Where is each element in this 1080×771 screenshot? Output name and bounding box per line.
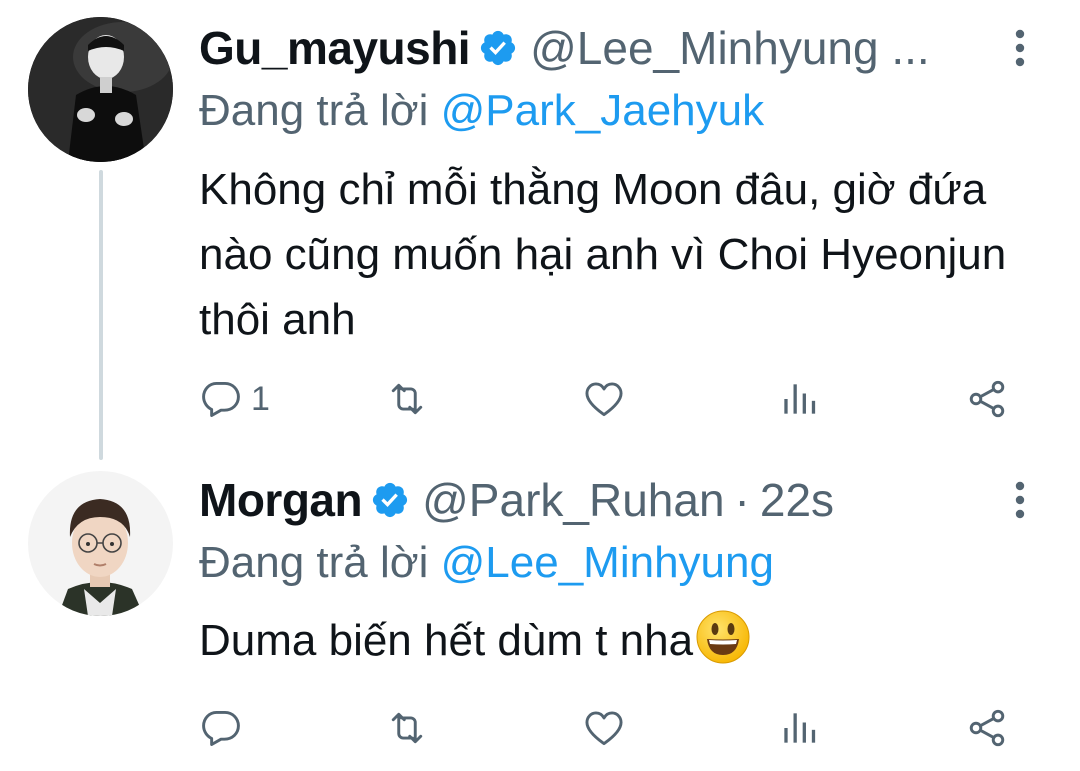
views-icon — [784, 384, 816, 414]
tweet-text: Không chỉ mỗi thằng Moon đâu, giờ đứa nà… — [199, 165, 1007, 344]
tweet-timestamp[interactable]: 22s — [760, 473, 834, 527]
reply-mention-link[interactable]: @Park_Jaehyuk — [441, 86, 765, 135]
views-button[interactable] — [777, 703, 821, 753]
like-icon — [585, 382, 623, 417]
share-button[interactable] — [965, 374, 1009, 424]
like-button[interactable] — [582, 374, 626, 424]
tweet-text: Duma biến hết dùm t nha — [199, 616, 694, 665]
avatar[interactable] — [28, 17, 173, 162]
replying-to-label: Đang trả lời — [199, 538, 441, 587]
reply-button[interactable]: 1 — [199, 374, 270, 424]
tweet-header: Morgan @Park_Ruhan · 22s — [199, 468, 1020, 532]
smiling-face-emoji-icon — [695, 609, 751, 665]
separator-dot: · — [734, 474, 750, 526]
verified-badge-icon — [478, 28, 518, 68]
views-icon — [784, 713, 816, 743]
tweet-text-container: Duma biến hết dùm t nha — [199, 608, 1039, 673]
user-handle[interactable]: @Park_Ruhan — [422, 473, 724, 527]
views-button[interactable] — [777, 374, 821, 424]
display-name[interactable]: Gu_mayushi — [199, 21, 471, 75]
more-vertical-icon — [1015, 29, 1025, 67]
display-name[interactable]: Morgan — [199, 473, 363, 527]
reply-mention-link[interactable]: @Lee_Minhyung — [441, 538, 774, 587]
avatar[interactable] — [28, 471, 173, 616]
like-icon — [585, 711, 623, 746]
user-handle[interactable]: @Lee_Minhyung ... — [530, 21, 930, 75]
tweet-actions: 1 — [199, 374, 1019, 424]
replying-to: Đang trả lời @Lee_Minhyung — [199, 538, 774, 588]
tweet-header: Gu_mayushi @Lee_Minhyung ... — [199, 16, 1020, 80]
retweet-button[interactable] — [385, 374, 429, 424]
like-button[interactable] — [582, 703, 626, 753]
more-options-button[interactable] — [1000, 470, 1040, 530]
reply-icon — [202, 710, 240, 746]
more-vertical-icon — [1015, 481, 1025, 519]
reply-icon — [202, 381, 240, 417]
retweet-icon — [391, 383, 423, 415]
replying-to-label: Đang trả lời — [199, 86, 441, 135]
share-icon — [969, 709, 1005, 747]
reply-button[interactable] — [199, 703, 251, 753]
replying-to: Đang trả lời @Park_Jaehyuk — [199, 86, 764, 136]
tweet-actions — [199, 703, 1019, 753]
retweet-icon — [391, 712, 423, 744]
tweet[interactable]: Morgan @Park_Ruhan · 22s Đang trả lời @L… — [0, 460, 1080, 771]
tweet[interactable]: Gu_mayushi @Lee_Minhyung ... Đang trả lờ… — [0, 0, 1080, 460]
share-button[interactable] — [965, 703, 1009, 753]
reply-count: 1 — [251, 379, 270, 418]
share-icon — [969, 380, 1005, 418]
more-options-button[interactable] — [1000, 18, 1040, 78]
verified-badge-icon — [370, 480, 410, 520]
retweet-button[interactable] — [385, 703, 429, 753]
